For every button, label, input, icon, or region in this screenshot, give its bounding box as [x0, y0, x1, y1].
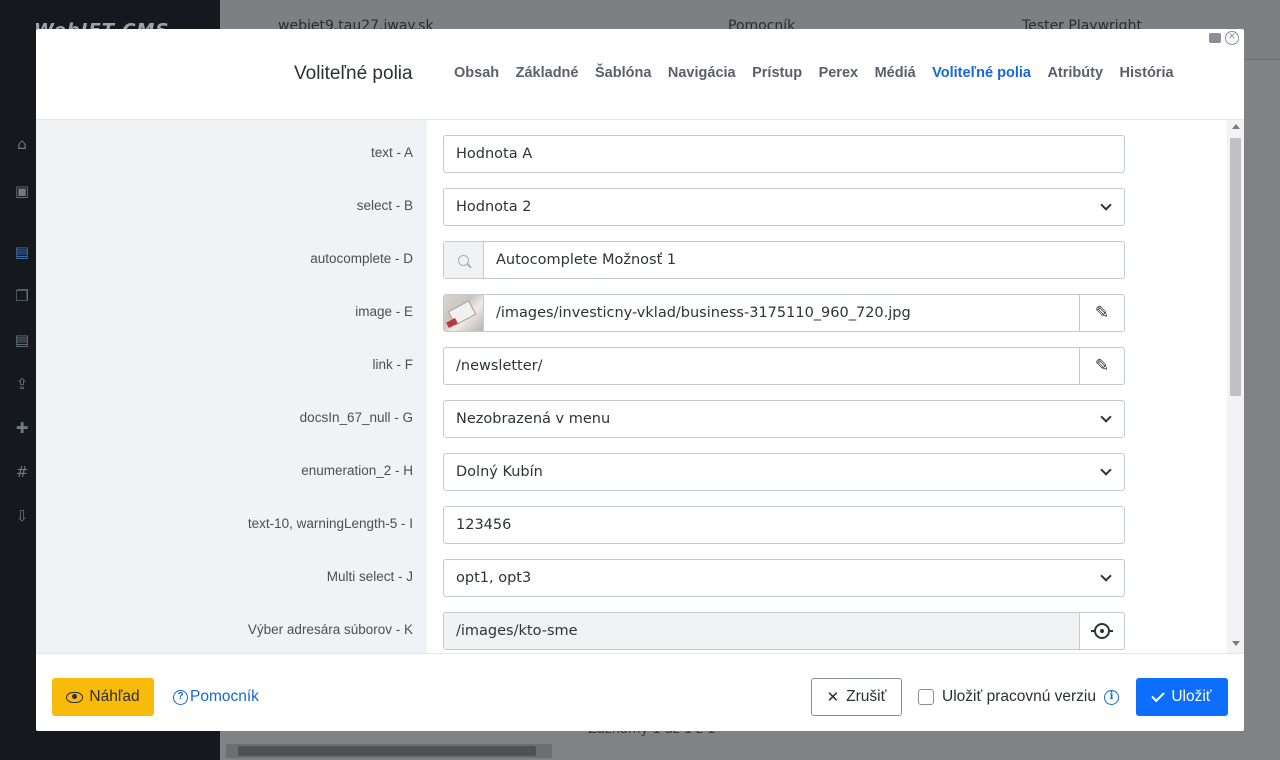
image-icon[interactable]: ▣ — [13, 182, 31, 200]
save-version-checkbox[interactable] — [918, 689, 934, 705]
download-icon[interactable]: ⇩ — [13, 507, 31, 525]
field-row-select-b: select - B Hodnota 2 — [36, 188, 1227, 226]
field-value: Hodnota A — [456, 146, 533, 162]
field-value: 123456 — [456, 517, 512, 533]
modal-scrollbar[interactable] — [1227, 120, 1244, 653]
copy-icon[interactable]: ❐ — [13, 287, 31, 305]
pencil-icon: ✎ — [1094, 302, 1110, 323]
cancel-button[interactable]: ✕ Zrušiť — [811, 678, 902, 716]
tab-perex[interactable]: Perex — [819, 65, 859, 81]
target-icon — [1091, 623, 1113, 639]
scrollbar-thumb[interactable] — [1230, 138, 1241, 396]
document-icon[interactable]: ▤ — [13, 243, 31, 261]
field-value: Autocomplete Možnosť 1 — [496, 252, 677, 268]
tab-volitelne-polia[interactable]: Voliteľné polia — [932, 65, 1031, 81]
upload-icon[interactable]: ⇪ — [13, 375, 31, 393]
field-label: enumeration_2 - H — [301, 463, 413, 478]
field-label: image - E — [355, 304, 413, 319]
autocomplete-d-input[interactable]: Autocomplete Možnosť 1 — [443, 241, 1125, 279]
field-value: Hodnota 2 — [456, 199, 532, 215]
field-value: Dolný Kubín — [456, 464, 543, 480]
hash-icon[interactable]: # — [13, 463, 31, 481]
minimize-icon[interactable] — [1208, 31, 1222, 45]
field-row-text-a: text - A Hodnota A — [36, 135, 1227, 173]
save-button[interactable]: Uložiť — [1136, 678, 1228, 716]
field-label: docsIn_67_null - G — [299, 410, 413, 425]
help-button[interactable]: ? Pomocník — [173, 688, 259, 706]
text-i-input[interactable]: 123456 — [443, 506, 1125, 544]
tab-media[interactable]: Médiá — [875, 65, 916, 81]
multiselect-j-dropdown[interactable]: opt1, opt3 — [443, 559, 1125, 597]
field-row-image-e: image - E /images/investicny-vklad/busin… — [36, 294, 1227, 332]
modal-header: Voliteľné polia Obsah Základné Šablóna N… — [36, 29, 1244, 120]
home-icon[interactable]: ⌂ — [13, 135, 31, 153]
edit-modal: Voliteľné polia Obsah Základné Šablóna N… — [36, 29, 1244, 731]
tab-bar: Obsah Základné Šablóna Navigácia Prístup… — [454, 65, 1190, 81]
field-row-text-i: text-10, warningLength-5 - I 123456 — [36, 506, 1227, 544]
add-file-icon[interactable]: ✚ — [13, 419, 31, 437]
tab-zakladne[interactable]: Základné — [516, 65, 579, 81]
modal-footer: Náhľad ? Pomocník ✕ Zrušiť Uložiť pracov… — [36, 653, 1244, 731]
field-row-multiselect-j: Multi select - J opt1, opt3 — [36, 559, 1227, 597]
question-icon: ? — [173, 689, 188, 705]
help-label: Pomocník — [190, 688, 259, 705]
docsin-g-dropdown[interactable]: Nezobrazená v menu — [443, 400, 1125, 438]
field-label: Výber adresára súborov - K — [247, 622, 413, 637]
field-label: link - F — [372, 357, 414, 372]
field-value: /newsletter/ — [456, 358, 543, 374]
field-row-autocomplete-d: autocomplete - D Autocomplete Možnosť 1 — [36, 241, 1227, 279]
edit-link-button[interactable]: ✎ — [1079, 348, 1124, 384]
tab-atributy[interactable]: Atribúty — [1047, 65, 1103, 81]
field-row-docsin-g: docsIn_67_null - G Nezobrazená v menu — [36, 400, 1227, 438]
field-label: select - B — [356, 198, 413, 213]
info-icon[interactable]: i — [1104, 689, 1119, 705]
link-f-input[interactable]: /newsletter/ ✎ — [443, 347, 1125, 385]
text-a-input[interactable]: Hodnota A — [443, 135, 1125, 173]
edit-image-button[interactable]: ✎ — [1079, 295, 1124, 331]
field-value: opt1, opt3 — [456, 570, 532, 586]
save-label: Uložiť — [1171, 688, 1212, 705]
eye-icon — [66, 691, 84, 703]
field-row-link-f: link - F /newsletter/ ✎ — [36, 347, 1227, 385]
modal-title: Voliteľné polia — [294, 63, 413, 84]
tab-sablona[interactable]: Šablóna — [595, 65, 651, 81]
background-scrollbar[interactable] — [226, 744, 552, 758]
file-icon[interactable]: ▤ — [13, 331, 31, 349]
enumeration-h-dropdown[interactable]: Dolný Kubín — [443, 453, 1125, 491]
field-value: /images/investicny-vklad/business-317511… — [496, 305, 911, 321]
field-value: /images/kto-sme — [456, 623, 578, 639]
search-icon — [458, 254, 469, 266]
choose-directory-button[interactable] — [1079, 613, 1124, 649]
close-modal-icon[interactable]: ✕ — [1225, 31, 1239, 45]
field-row-enumeration-h: enumeration_2 - H Dolný Kubín — [36, 453, 1227, 491]
tab-pristup[interactable]: Prístup — [752, 65, 802, 81]
cancel-label: Zrušiť — [846, 688, 887, 705]
close-icon: ✕ — [826, 689, 840, 706]
directory-k-input[interactable]: /images/kto-sme — [443, 612, 1125, 650]
preview-button[interactable]: Náhľad — [52, 678, 154, 716]
field-label: text - A — [370, 145, 413, 160]
select-b-dropdown[interactable]: Hodnota 2 — [443, 188, 1125, 226]
preview-label: Náhľad — [89, 688, 140, 705]
save-version-option: Uložiť pracovnú verziu i — [918, 688, 1119, 706]
tab-obsah[interactable]: Obsah — [454, 65, 499, 81]
field-label: Multi select - J — [326, 569, 413, 584]
field-label: autocomplete - D — [310, 251, 413, 266]
save-version-label[interactable]: Uložiť pracovnú verziu — [942, 688, 1096, 706]
field-row-directory-k: Výber adresára súborov - K /images/kto-s… — [36, 612, 1227, 650]
search-addon — [444, 242, 484, 278]
tab-navigacia[interactable]: Navigácia — [668, 65, 736, 81]
image-e-input[interactable]: /images/investicny-vklad/business-317511… — [443, 294, 1125, 332]
image-thumbnail — [444, 295, 484, 331]
tab-historia[interactable]: História — [1120, 65, 1174, 81]
modal-body: text - A Hodnota A select - B Hodnota 2 … — [36, 120, 1244, 653]
field-value: Nezobrazená v menu — [456, 411, 611, 427]
check-icon — [1151, 688, 1166, 702]
field-label: text-10, warningLength-5 - I — [247, 516, 413, 531]
scroll-up-icon[interactable] — [1232, 124, 1240, 129]
pencil-icon: ✎ — [1094, 355, 1110, 376]
scroll-down-icon[interactable] — [1232, 641, 1240, 646]
